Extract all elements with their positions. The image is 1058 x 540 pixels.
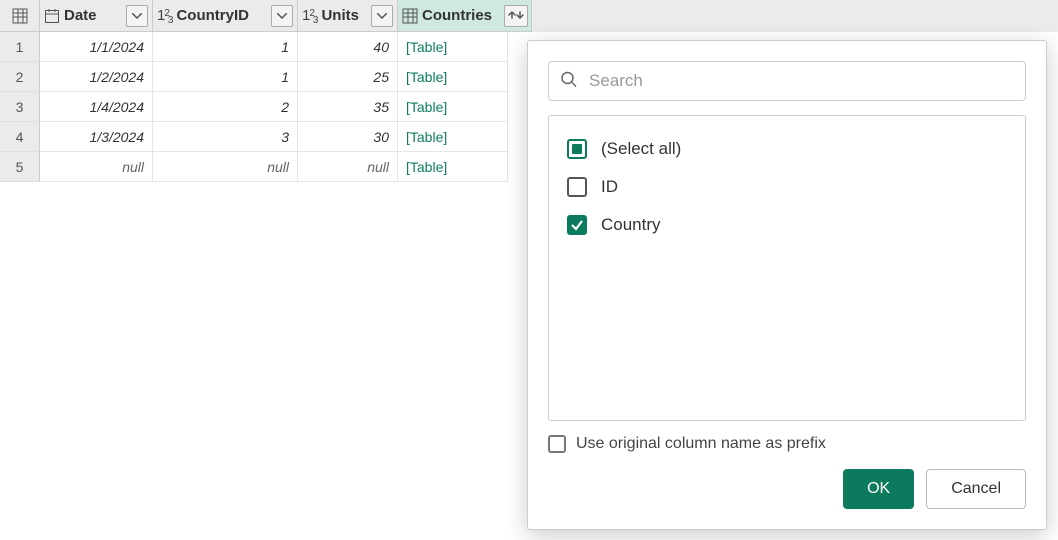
ok-button[interactable]: OK: [843, 469, 914, 509]
expand-columns-panel: (Select all) ID Country Use original col…: [527, 40, 1047, 530]
column-header-countries[interactable]: Countries: [398, 0, 532, 32]
cell-countryid[interactable]: 1: [153, 32, 298, 62]
cell-countries[interactable]: [Table]: [398, 152, 508, 182]
chevron-down-icon: [132, 13, 142, 19]
column-header-units[interactable]: 123 Units: [298, 0, 398, 32]
cell-date[interactable]: 1/2/2024: [40, 62, 153, 92]
cell-countries[interactable]: [Table]: [398, 62, 508, 92]
filter-dropdown-button[interactable]: [371, 5, 393, 27]
cell-countryid[interactable]: 3: [153, 122, 298, 152]
search-icon: [560, 71, 578, 92]
cell-countryid[interactable]: 1: [153, 62, 298, 92]
checkbox-unchecked[interactable]: [567, 177, 587, 197]
select-all-row[interactable]: (Select all): [567, 130, 1007, 168]
checkbox-checked[interactable]: [567, 215, 587, 235]
column-option-id[interactable]: ID: [567, 168, 1007, 206]
column-label: CountryID: [176, 7, 267, 24]
column-label: Countries: [422, 7, 500, 24]
column-option-country[interactable]: Country: [567, 206, 1007, 244]
column-label: Units: [321, 7, 367, 24]
option-label: ID: [601, 177, 618, 197]
checkbox-unchecked[interactable]: [548, 435, 566, 453]
cell-countries[interactable]: [Table]: [398, 122, 508, 152]
cell-countryid[interactable]: null: [153, 152, 298, 182]
column-header-countryid[interactable]: 123 CountryID: [153, 0, 298, 32]
table-icon: [402, 8, 418, 24]
dialog-buttons: OK Cancel: [548, 469, 1026, 509]
number-type-icon: 123: [157, 7, 172, 24]
cell-countries[interactable]: [Table]: [398, 92, 508, 122]
calendar-icon: [44, 8, 60, 24]
table-icon: [12, 8, 28, 24]
number-type-icon: 123: [302, 7, 317, 24]
column-select-list: (Select all) ID Country: [548, 115, 1026, 421]
cell-units[interactable]: null: [298, 152, 398, 182]
index-column-header: [0, 0, 40, 32]
cell-date[interactable]: 1/4/2024: [40, 92, 153, 122]
cell-units[interactable]: 35: [298, 92, 398, 122]
select-all-label: (Select all): [601, 139, 681, 159]
cell-date[interactable]: 1/3/2024: [40, 122, 153, 152]
row-index[interactable]: 5: [0, 152, 40, 182]
row-index[interactable]: 2: [0, 62, 40, 92]
cell-date[interactable]: null: [40, 152, 153, 182]
cell-units[interactable]: 30: [298, 122, 398, 152]
column-header-date[interactable]: Date: [40, 0, 153, 32]
prefix-label: Use original column name as prefix: [576, 435, 826, 453]
cell-countryid[interactable]: 2: [153, 92, 298, 122]
row-index[interactable]: 1: [0, 32, 40, 62]
filter-dropdown-button[interactable]: [271, 5, 293, 27]
prefix-option-row[interactable]: Use original column name as prefix: [548, 435, 1026, 453]
search-input[interactable]: [548, 61, 1026, 101]
checkbox-indeterminate[interactable]: [567, 139, 587, 159]
cell-countries[interactable]: [Table]: [398, 32, 508, 62]
column-header-row: Date 123 CountryID 123 Units Countries: [0, 0, 1058, 32]
option-label: Country: [601, 215, 661, 235]
row-index[interactable]: 3: [0, 92, 40, 122]
row-index-column: 1 2 3 4 5: [0, 32, 40, 182]
column-label: Date: [64, 7, 122, 24]
chevron-down-icon: [277, 13, 287, 19]
cell-units[interactable]: 40: [298, 32, 398, 62]
filter-dropdown-button[interactable]: [126, 5, 148, 27]
cell-date[interactable]: 1/1/2024: [40, 32, 153, 62]
cancel-button[interactable]: Cancel: [926, 469, 1026, 509]
expand-column-button[interactable]: [504, 5, 528, 27]
chevron-down-icon: [377, 13, 387, 19]
expand-icon: [508, 9, 524, 23]
row-index[interactable]: 4: [0, 122, 40, 152]
cell-units[interactable]: 25: [298, 62, 398, 92]
search-container: [548, 61, 1026, 101]
